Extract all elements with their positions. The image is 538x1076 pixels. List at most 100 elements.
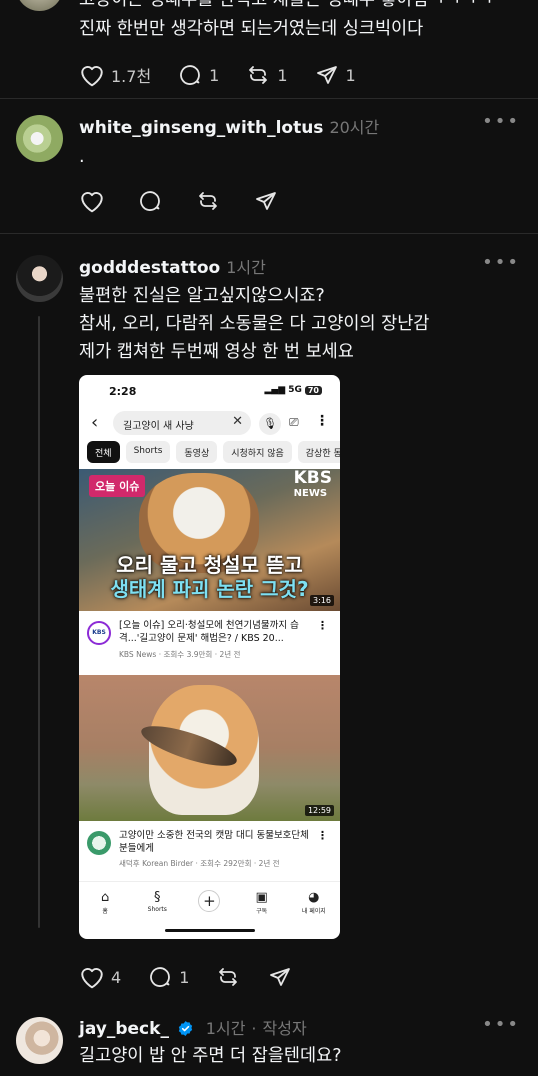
share-button[interactable]: 1 [314,63,356,87]
network-type: 5G [288,385,302,395]
cast-icon[interactable]: ⎚ [289,415,299,430]
search-bar: ‹ 길고양이 새 사냥 ✕ 🎙 ⎚ ⋮ [89,411,334,437]
username-text[interactable]: jay_beck_ [79,1019,169,1039]
post-actions: 4 1 [79,963,319,991]
back-arrow-icon[interactable]: ‹ [91,412,98,433]
post-actions: 1.7천 1 1 1 [79,61,382,89]
post-text: 제가 캡쳐한 두번째 영상 한 번 보세요 [79,342,354,362]
heart-icon [81,66,103,87]
timestamp: 1시간 [226,258,266,277]
author-tag: 작성자 [262,1019,307,1038]
video-thumbnail[interactable]: 오늘 이슈 KBS NEWS 오리 물고 청설모 뜯고 생태계 파괴 논란 그것?… [79,469,340,611]
mic-icon[interactable]: 🎙 [259,413,281,435]
heart-icon [81,192,103,213]
chip-unwatched[interactable]: 시청하지 않음 [223,441,292,463]
more-icon[interactable]: ⋮ [315,413,329,429]
verified-badge-icon [178,1021,193,1036]
channel-avatar[interactable]: KBS [87,621,111,645]
like-button[interactable] [79,189,105,213]
repost-button[interactable]: 1 [245,63,288,87]
post-actions [79,187,305,215]
video-thumbnail[interactable]: 12:59 [79,675,340,821]
more-icon[interactable]: ⋮ [317,619,328,632]
chip-videos[interactable]: 동영상 [176,441,218,463]
comment-count: 1 [209,65,220,85]
comment-button[interactable]: 1 [147,965,189,989]
filter-chips: 전체 Shorts 동영상 시청하지 않음 감상한 동 [87,441,340,463]
post-jay-beck: jay_beck_ 1시간 · 작성자 ••• 길고양이 밥 안 주면 더 잡을텐데… [0,1004,538,1076]
repost-button[interactable] [215,965,241,989]
video-meta: 새덕후 Korean Birder · 조회수 292만회 · 2년 전 [119,859,280,868]
like-button[interactable]: 4 [79,965,121,989]
send-icon [316,66,337,84]
kbs-logo: KBS NEWS [293,469,332,500]
avatar[interactable] [16,1017,63,1064]
subscriptions-icon: ▣ [255,890,268,905]
search-input[interactable]: 길고양이 새 사냥 ✕ [113,411,251,435]
shorts-icon: § [154,890,161,905]
post-text: . [79,147,85,167]
like-button[interactable]: 1.7천 [79,63,151,87]
repost-icon [199,192,217,210]
chip-all[interactable]: 전체 [87,441,120,463]
status-time: 2:28 [109,385,137,398]
avatar[interactable] [16,255,63,302]
like-count: 4 [111,967,122,987]
profile-avatar-icon: ◕ [308,890,320,905]
comment-icon [180,65,201,85]
timestamp: 20시간 [329,118,380,137]
share-count: 1 [345,65,356,85]
video-duration: 12:59 [304,805,334,816]
comment-button[interactable]: 1 [177,63,219,87]
chip-shorts[interactable]: Shorts [125,441,171,463]
username[interactable]: white_ginseng_with_lotus 20시간 [79,114,379,138]
comment-button[interactable] [137,189,163,213]
share-button[interactable] [267,965,293,989]
heart-icon [81,968,103,989]
post-white-ginseng: white_ginseng_with_lotus 20시간 ••• . [0,99,538,233]
thumbnail-headline: 생태계 파괴 논란 그것? [110,577,309,601]
video-info[interactable]: KBS [오늘 이슈] 오리·청설모에 천연기념물까지 습격...'길고양이 문… [79,615,340,673]
avatar[interactable] [16,115,63,162]
send-icon [270,968,291,986]
signal-bars-icon: ▂▄▆ [264,385,286,395]
clear-icon[interactable]: ✕ [232,414,243,429]
video-title[interactable]: 고양이만 소중한 전국의 캣맘 대디 동물보호단체분들에게 [119,829,311,855]
nav-home[interactable]: ⌂ 홈 [85,890,125,939]
video-meta: KBS News · 조회수 3.9만회 · 2년 전 [119,650,241,659]
attached-screenshot[interactable]: 2:28 ▂▄▆ 5G 70 ‹ 길고양이 새 사냥 ✕ 🎙 ⎚ ⋮ 전체 Sh… [79,375,340,939]
comment-icon [150,967,171,987]
more-options-icon[interactable]: ••• [482,111,520,132]
username-text[interactable]: godddestattoo [79,258,220,278]
post-top: 고양이는 멍때주를 안먹고 재들은 멍때주 좋아함ㅋㅋㅋㅋ 진짜 한번만 생각하… [0,0,538,100]
post-text: 진짜 한번만 생각하면 되는거였는데 싱크빅이다 [79,19,424,39]
video-duration: 3:16 [310,595,334,606]
share-button[interactable] [253,189,279,213]
repost-count: 1 [277,65,288,85]
more-options-icon[interactable]: ••• [482,252,520,273]
chip-watched[interactable]: 감상한 동 [297,441,340,463]
send-icon [256,192,276,210]
username-text[interactable]: white_ginseng_with_lotus [79,118,323,138]
video-info[interactable]: 고양이만 소중한 전국의 캣맘 대디 동물보호단체분들에게 새덕후 Korean… [79,825,340,883]
comment-icon [140,191,160,211]
video-title[interactable]: [오늘 이슈] 오리·청설모에 천연기념물까지 습격...'길고양이 문제' 해… [119,619,311,645]
username[interactable]: jay_beck_ 1시간 · 작성자 [79,1015,307,1039]
more-icon[interactable]: ⋮ [317,829,328,842]
status-bar: 2:28 ▂▄▆ 5G 70 [79,375,340,407]
post-text: 고양이는 멍때주를 안먹고 재들은 멍때주 좋아함ㅋㅋㅋㅋ [79,0,494,10]
search-query: 길고양이 새 사냥 [123,421,194,432]
repost-button[interactable] [195,189,221,213]
avatar[interactable] [16,0,63,11]
timestamp: 1시간 [205,1019,246,1038]
nav-profile[interactable]: ◕ 내 페이지 [294,890,334,939]
separator-dot: · [251,1019,257,1038]
home-indicator [165,929,255,932]
channel-avatar[interactable] [87,831,111,855]
post-text: 길고양이 밥 안 주면 더 잡을텐데요? [79,1046,342,1066]
add-icon: + [198,890,221,912]
more-options-icon[interactable]: ••• [482,1014,520,1035]
post-text: 참새, 오리, 다람쥐 소동물은 다 고양이의 장난감 [79,314,430,334]
comment-count: 1 [179,967,190,987]
username[interactable]: godddestattoo 1시간 [79,254,266,278]
